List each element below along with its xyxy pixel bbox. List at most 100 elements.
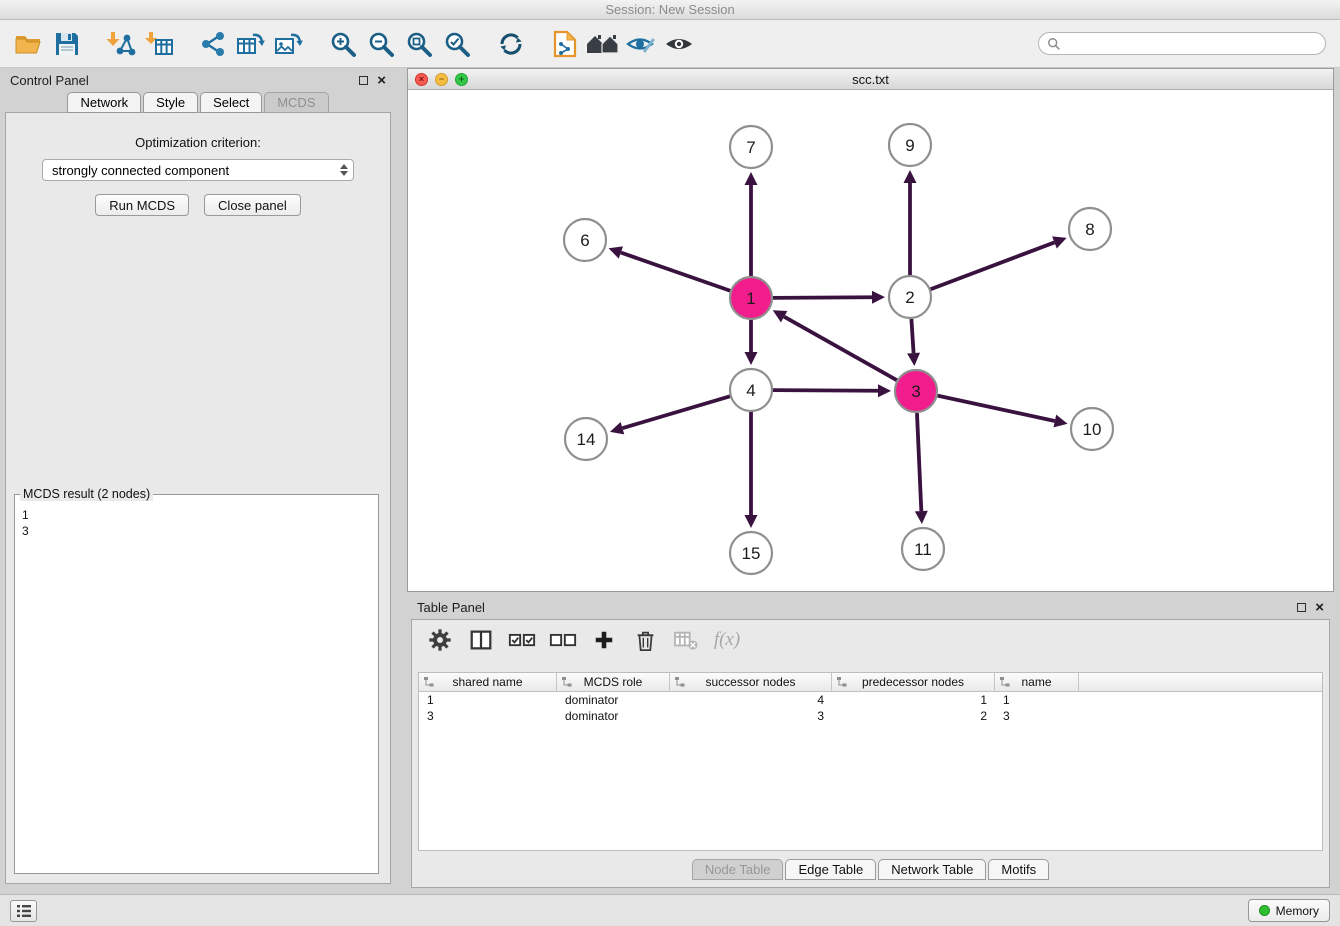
select-all-button[interactable]: [506, 625, 538, 655]
window-title: Session: New Session: [605, 2, 734, 17]
table-cell: 4: [670, 692, 832, 708]
zoom-selected-icon: [443, 30, 471, 58]
zoom-out-icon: [367, 30, 395, 58]
run-mcds-button[interactable]: Run MCDS: [95, 194, 189, 216]
float-table-panel-icon[interactable]: [1297, 603, 1306, 612]
search-box[interactable]: [1038, 32, 1326, 55]
network-edge[interactable]: [911, 319, 913, 353]
network-edge[interactable]: [621, 253, 730, 291]
delete-table-button[interactable]: [670, 625, 702, 655]
search-input[interactable]: [1066, 37, 1317, 51]
file-group: [10, 25, 86, 63]
column-header-name[interactable]: name: [995, 673, 1079, 691]
import-network-button[interactable]: [102, 25, 140, 63]
network-node-15[interactable]: 15: [730, 532, 772, 574]
open-file-button[interactable]: [10, 25, 48, 63]
column-header-mcds-role[interactable]: MCDS role: [557, 673, 670, 691]
network-canvas[interactable]: 7 9 6 8 1 2 3 4 14 10 15 11: [408, 90, 1333, 591]
svg-text:4: 4: [746, 381, 755, 400]
zoom-out-button[interactable]: [362, 25, 400, 63]
zoom-fit-button[interactable]: [400, 25, 438, 63]
save-icon: [54, 31, 80, 57]
tab-node-table[interactable]: Node Table: [692, 859, 784, 880]
criterion-dropdown[interactable]: strongly connected component: [42, 159, 354, 181]
mcds-result-box: MCDS result (2 nodes) 1 3: [14, 494, 379, 874]
select-all-icon: [508, 631, 536, 650]
network-node-2[interactable]: 2: [889, 276, 931, 318]
network-node-11[interactable]: 11: [902, 528, 944, 570]
import-table-button[interactable]: [140, 25, 178, 63]
close-panel-icon[interactable]: ×: [377, 73, 386, 88]
tab-network-table[interactable]: Network Table: [878, 859, 986, 880]
svg-text:11: 11: [914, 540, 932, 559]
table-row[interactable]: 1dominator411: [419, 692, 1322, 708]
network-node-10[interactable]: 10: [1071, 408, 1113, 450]
table-cell: 1: [995, 692, 1079, 708]
export-image-button[interactable]: [270, 25, 308, 63]
close-table-panel-icon[interactable]: ×: [1315, 600, 1324, 615]
column-header-shared-name[interactable]: shared name: [419, 673, 557, 691]
tab-mcds[interactable]: MCDS: [264, 92, 328, 113]
network-node-3[interactable]: 3: [895, 370, 937, 412]
clone-network-button[interactable]: [546, 25, 584, 63]
task-history-button[interactable]: [10, 900, 37, 922]
edge-arrowhead: [745, 172, 758, 185]
table-panel-title: Table Panel: [417, 600, 1288, 615]
delete-entry-button[interactable]: [629, 625, 661, 655]
network-edge[interactable]: [773, 390, 878, 391]
table-cell: 3: [670, 708, 832, 724]
network-node-6[interactable]: 6: [564, 219, 606, 261]
tab-network[interactable]: Network: [67, 92, 141, 113]
network-edge[interactable]: [917, 413, 921, 511]
tab-edge-table[interactable]: Edge Table: [785, 859, 876, 880]
network-node-14[interactable]: 14: [565, 418, 607, 460]
new-network-button[interactable]: [194, 25, 232, 63]
network-edge[interactable]: [773, 297, 872, 298]
svg-text:6: 6: [580, 231, 589, 250]
table-panel-header: Table Panel ×: [407, 596, 1334, 618]
eye-slash-icon: [626, 32, 656, 56]
network-edge[interactable]: [938, 396, 1055, 421]
tab-style[interactable]: Style: [143, 92, 198, 113]
svg-text:3: 3: [911, 382, 920, 401]
tab-select[interactable]: Select: [200, 92, 262, 113]
table-cell: dominator: [557, 692, 670, 708]
control-panel-tabs: NetworkStyleSelectMCDS: [0, 92, 396, 113]
network-node-4[interactable]: 4: [730, 369, 772, 411]
show-details-button[interactable]: [660, 25, 698, 63]
control-panel-title: Control Panel: [10, 73, 350, 88]
save-session-button[interactable]: [48, 25, 86, 63]
network-edge[interactable]: [931, 242, 1055, 289]
network-node-9[interactable]: 9: [889, 124, 931, 166]
network-node-8[interactable]: 8: [1069, 208, 1111, 250]
close-panel-button[interactable]: Close panel: [204, 194, 301, 216]
network-edge[interactable]: [784, 317, 897, 381]
add-entry-button[interactable]: [588, 625, 620, 655]
column-header-predecessor-nodes[interactable]: predecessor nodes: [832, 673, 995, 691]
edge-arrowhead: [1053, 415, 1067, 428]
column-header-successor-nodes[interactable]: successor nodes: [670, 673, 832, 691]
memory-button[interactable]: Memory: [1248, 899, 1330, 922]
function-builder-button[interactable]: f(x): [711, 625, 743, 655]
table-settings-button[interactable]: [424, 625, 456, 655]
network-node-1[interactable]: 1: [730, 277, 772, 319]
window-minimize-button[interactable]: −: [435, 73, 448, 86]
table-row[interactable]: 3dominator323: [419, 708, 1322, 724]
deselect-all-button[interactable]: [547, 625, 579, 655]
hide-details-button[interactable]: [622, 25, 660, 63]
window-close-button[interactable]: ×: [415, 73, 428, 86]
show-column-button[interactable]: [465, 625, 497, 655]
apply-layout-button[interactable]: [492, 25, 530, 63]
edge-arrowhead: [904, 170, 917, 183]
network-edge[interactable]: [622, 396, 729, 428]
float-panel-icon[interactable]: [359, 76, 368, 85]
zoom-selected-button[interactable]: [438, 25, 476, 63]
export-table-button[interactable]: [232, 25, 270, 63]
tab-motifs[interactable]: Motifs: [988, 859, 1049, 880]
zoom-in-button[interactable]: [324, 25, 362, 63]
window-zoom-button[interactable]: +: [455, 73, 468, 86]
edge-arrowhead: [609, 246, 623, 258]
network-node-7[interactable]: 7: [730, 126, 772, 168]
first-neighbors-button[interactable]: [584, 25, 622, 63]
import-group: [102, 25, 178, 63]
